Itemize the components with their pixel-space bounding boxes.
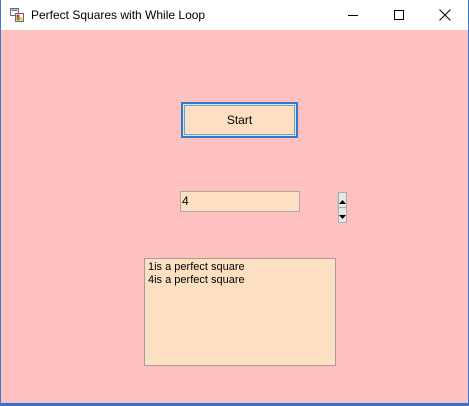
maximize-button[interactable] [376, 0, 422, 30]
close-icon [439, 9, 451, 21]
spin-up-icon [339, 193, 346, 207]
numeric-up-down [180, 191, 347, 223]
spin-up-button[interactable] [338, 192, 347, 208]
title-bar[interactable]: Perfect Squares with While Loop [1, 0, 468, 30]
minimize-button[interactable] [330, 0, 376, 30]
output-textbox[interactable]: 1is a perfect square 4is a perfect squar… [144, 258, 336, 366]
spin-down-button[interactable] [338, 208, 347, 223]
maximize-icon [394, 10, 404, 20]
number-input[interactable] [181, 192, 337, 211]
window-title: Perfect Squares with While Loop [31, 8, 206, 22]
minimize-icon [348, 10, 358, 20]
app-window: Perfect Squares with While Loop Start 4 … [0, 0, 469, 406]
winforms-app-icon [10, 8, 24, 22]
spin-down-icon [339, 208, 346, 222]
form-client-area: Start 1is a perfect square 4is a perfec [1, 30, 468, 405]
start-button-label: Start [226, 113, 253, 127]
start-button[interactable]: Start [181, 102, 298, 138]
output-line: 1is a perfect square [148, 261, 245, 273]
close-button[interactable] [422, 0, 468, 30]
window-bottom-border [1, 403, 468, 405]
spin-buttons [337, 192, 347, 223]
output-line: 4is a perfect square [148, 274, 245, 286]
